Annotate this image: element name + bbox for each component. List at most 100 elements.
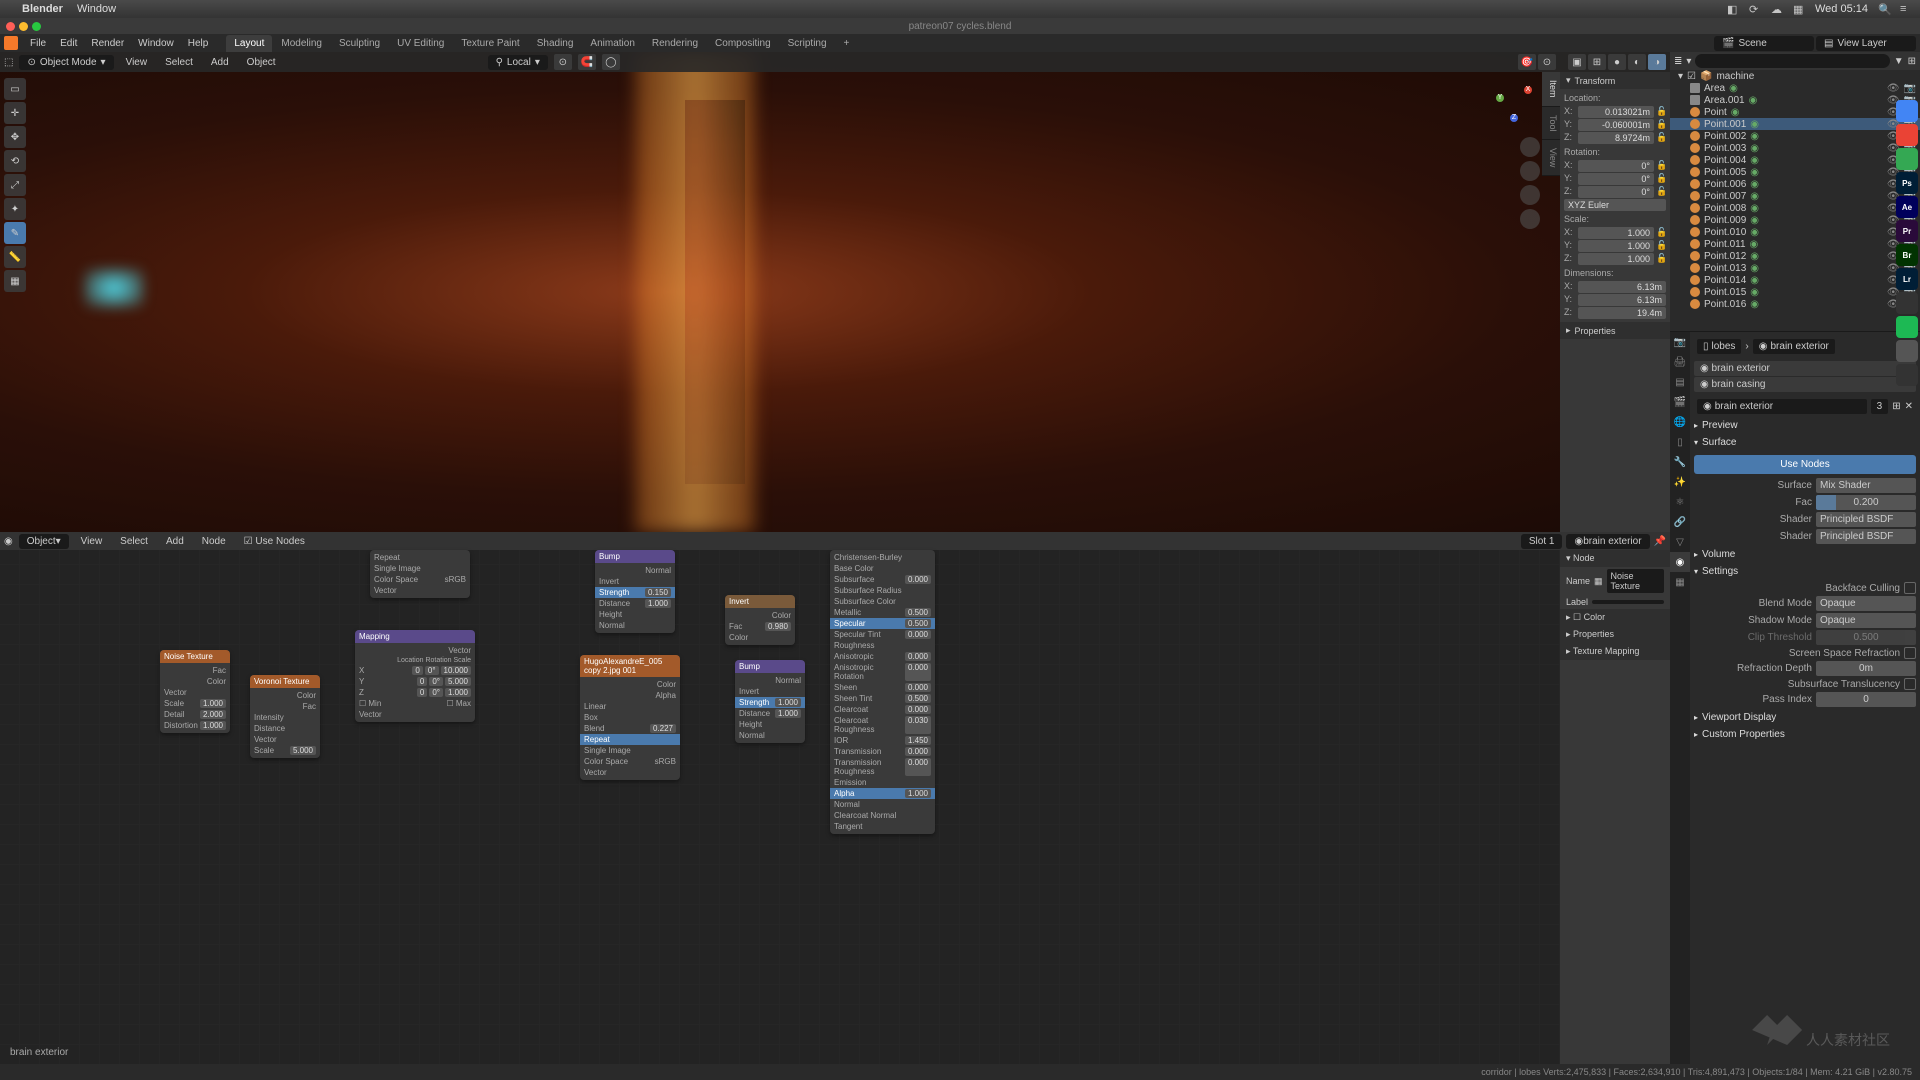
breadcrumb-material[interactable]: ◉ brain exterior bbox=[1753, 339, 1835, 354]
outliner-item[interactable]: Point.013◉👁📷 bbox=[1670, 262, 1920, 274]
zoom-icon[interactable] bbox=[1520, 137, 1540, 157]
dock-app-button[interactable]: Ps bbox=[1896, 172, 1918, 194]
viewport-menu-view[interactable]: View bbox=[120, 55, 154, 70]
workspace-tab-uv[interactable]: UV Editing bbox=[389, 35, 452, 52]
node-voronoi-texture[interactable]: Voronoi Texture ColorFacIntensityDistanc… bbox=[250, 675, 320, 758]
node-bump-1[interactable]: Bump NormalInvertStrength0.150Distance1.… bbox=[595, 550, 675, 633]
outliner-item[interactable]: Point.002◉👁📷 bbox=[1670, 130, 1920, 142]
workspace-tab-compositing[interactable]: Compositing bbox=[707, 35, 779, 52]
tool-transform[interactable]: ✦ bbox=[4, 198, 26, 220]
material-users[interactable]: 3 bbox=[1871, 399, 1889, 414]
workspace-tab-rendering[interactable]: Rendering bbox=[644, 35, 706, 52]
prop-tab-physics[interactable]: ⚛ bbox=[1670, 492, 1690, 512]
gizmo-z[interactable]: Z bbox=[1510, 114, 1518, 122]
dim-z[interactable]: 19.4m bbox=[1578, 307, 1666, 319]
gizmo-y[interactable]: Y bbox=[1496, 94, 1504, 102]
node-invert[interactable]: Invert ColorFac0.980Color bbox=[725, 595, 795, 645]
location-z[interactable]: 8.9724m bbox=[1578, 132, 1654, 144]
dock-app-button[interactable]: Lr bbox=[1896, 268, 1918, 290]
workspace-tab-modeling[interactable]: Modeling bbox=[273, 35, 330, 52]
outliner-item[interactable]: Area.001◉👁📷 bbox=[1670, 94, 1920, 106]
dim-x[interactable]: 6.13m bbox=[1578, 281, 1666, 293]
editor-type-button[interactable]: ◉ bbox=[4, 536, 13, 547]
prop-tab-constraint[interactable]: 🔗 bbox=[1670, 512, 1690, 532]
shadow-value[interactable]: Opaque bbox=[1816, 613, 1916, 628]
material-slot[interactable]: ◉ brain exterior bbox=[1694, 361, 1916, 376]
menubar-icon[interactable]: ≡ bbox=[1900, 3, 1912, 15]
menu-file[interactable]: File bbox=[24, 36, 52, 51]
sidebar-tab-tool[interactable]: Tool bbox=[1542, 107, 1560, 141]
shader-node-editor[interactable]: ◉ Object▾ View Select Add Node ☑ Use Nod… bbox=[0, 532, 1670, 1064]
lock-icon[interactable]: 🔓 bbox=[1656, 106, 1666, 118]
lock-icon[interactable]: 🔓 bbox=[1656, 186, 1666, 198]
lock-icon[interactable]: 🔓 bbox=[1656, 132, 1666, 144]
material-name-field[interactable]: ◉ brain exterior bbox=[1697, 399, 1867, 414]
blender-logo-icon[interactable] bbox=[4, 36, 18, 50]
outliner-item[interactable]: Area◉👁📷 bbox=[1670, 82, 1920, 94]
scale-y[interactable]: 1.000 bbox=[1578, 240, 1654, 252]
outliner[interactable]: ≣ ▾ ▼ ⊞ ▾☑📦machine Area◉👁📷Area.001◉👁📷Poi… bbox=[1670, 52, 1920, 332]
shader-type-select[interactable]: Object▾ bbox=[19, 534, 69, 549]
viewlayer-selector[interactable]: ▤ View Layer bbox=[1816, 36, 1916, 51]
pin-icon[interactable]: 📌 bbox=[1654, 536, 1666, 547]
lock-icon[interactable]: 🔓 bbox=[1656, 240, 1666, 252]
viewport-display-header[interactable]: ▸Viewport Display bbox=[1694, 709, 1916, 726]
prop-tab-object[interactable]: ▯ bbox=[1670, 432, 1690, 452]
workspace-tab-sculpting[interactable]: Sculpting bbox=[331, 35, 388, 52]
sidebar-tab-view[interactable]: View bbox=[1542, 140, 1560, 176]
blend-value[interactable]: Opaque bbox=[1816, 596, 1916, 611]
ne-menu-node[interactable]: Node bbox=[196, 534, 232, 549]
material-slot[interactable]: ◉ brain casing bbox=[1694, 377, 1916, 392]
rotation-x[interactable]: 0° bbox=[1578, 160, 1654, 172]
lock-icon[interactable]: 🔓 bbox=[1656, 160, 1666, 172]
filter-button[interactable]: ▼ bbox=[1894, 56, 1904, 67]
material-selector[interactable]: ◉brain exterior bbox=[1566, 534, 1649, 549]
outliner-item[interactable]: Point.001◉👁📷 bbox=[1670, 118, 1920, 130]
menu-window[interactable]: Window bbox=[132, 36, 180, 51]
outliner-collection[interactable]: ▾☑📦machine bbox=[1670, 70, 1920, 82]
material-slot-list[interactable]: ◉ brain exterior ◉ brain casing bbox=[1694, 361, 1916, 392]
dock-app-button[interactable] bbox=[1896, 316, 1918, 338]
node-properties-header[interactable]: ▸ Properties bbox=[1560, 626, 1670, 643]
lock-icon[interactable]: 🔓 bbox=[1656, 227, 1666, 239]
outliner-item[interactable]: Point.008◉👁📷 bbox=[1670, 202, 1920, 214]
scale-x[interactable]: 1.000 bbox=[1578, 227, 1654, 239]
volume-panel-header[interactable]: ▸Volume bbox=[1694, 546, 1916, 563]
menu-render[interactable]: Render bbox=[85, 36, 130, 51]
rotation-z[interactable]: 0° bbox=[1578, 186, 1654, 198]
mac-app-name[interactable]: Blender bbox=[22, 3, 63, 15]
menubar-icon[interactable]: ☁ bbox=[1771, 3, 1783, 15]
menu-help[interactable]: Help bbox=[182, 36, 215, 51]
node-noise-texture[interactable]: Noise Texture FacColorVectorScale1.000De… bbox=[160, 650, 230, 733]
dock-app-button[interactable] bbox=[1896, 148, 1918, 170]
scene-selector[interactable]: 🎬 Scene bbox=[1714, 36, 1814, 51]
node-label-field[interactable] bbox=[1592, 600, 1664, 604]
3d-viewport[interactable]: ⬚ ⊙Object Mode▾ View Select Add Object ⚲… bbox=[0, 52, 1670, 532]
outliner-item[interactable]: Point.003◉👁📷 bbox=[1670, 142, 1920, 154]
node-name-field[interactable]: Noise Texture bbox=[1607, 569, 1664, 593]
tool-scale[interactable]: ⤢ bbox=[4, 174, 26, 196]
menu-edit[interactable]: Edit bbox=[54, 36, 83, 51]
viewport-gizmo[interactable]: X Y Z bbox=[1490, 80, 1540, 130]
camera-icon[interactable] bbox=[1520, 185, 1540, 205]
color-panel-header[interactable]: ▸ ☐ Color bbox=[1560, 609, 1670, 626]
viewport-menu-add[interactable]: Add bbox=[205, 55, 235, 70]
ssr-checkbox[interactable] bbox=[1904, 647, 1916, 659]
dock-app-button[interactable] bbox=[1896, 292, 1918, 314]
scale-z[interactable]: 1.000 bbox=[1578, 253, 1654, 265]
gizmo-x[interactable]: X bbox=[1524, 86, 1532, 94]
ne-menu-view[interactable]: View bbox=[75, 534, 109, 549]
outliner-search[interactable] bbox=[1695, 54, 1889, 68]
xray-toggle[interactable]: ▣ bbox=[1568, 54, 1586, 70]
lock-icon[interactable]: 🔓 bbox=[1656, 173, 1666, 185]
slot-selector[interactable]: Slot 1 bbox=[1521, 534, 1563, 549]
outliner-item[interactable]: Point.007◉👁📷 bbox=[1670, 190, 1920, 202]
outliner-item[interactable]: Point.014◉👁📷 bbox=[1670, 274, 1920, 286]
outliner-item[interactable]: Point.006◉👁📷 bbox=[1670, 178, 1920, 190]
rotation-y[interactable]: 0° bbox=[1578, 173, 1654, 185]
outliner-item[interactable]: Point.016◉👁📷 bbox=[1670, 298, 1920, 310]
node-image-texture-2[interactable]: HugoAlexandreE_005 copy 2.jpg 001 ColorA… bbox=[580, 655, 680, 780]
snap-button[interactable]: 🧲 bbox=[578, 54, 596, 70]
node-bump-2[interactable]: Bump NormalInvertStrength1.000Distance1.… bbox=[735, 660, 805, 743]
mac-menu-window[interactable]: Window bbox=[77, 3, 116, 15]
